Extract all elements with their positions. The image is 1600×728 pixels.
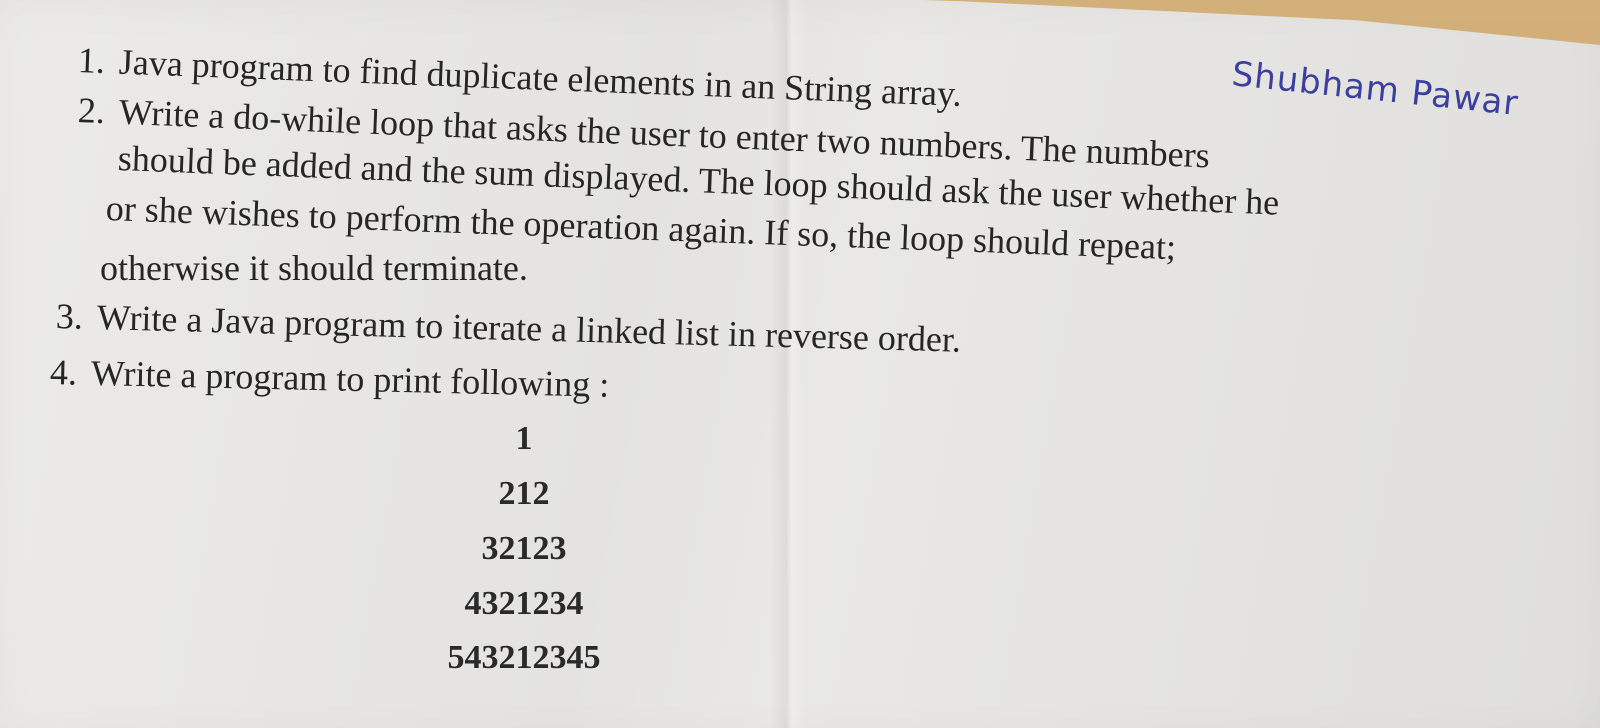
question-4-number: 4. [49, 352, 78, 393]
question-3-line-1: 3. Write a Java program to iterate a link… [55, 296, 961, 360]
question-4-line-1: 4. Write a program to print following : [50, 352, 610, 405]
question-3-number: 3. [55, 296, 84, 337]
question-1-number: 1. [77, 40, 106, 82]
question-2-line-4: otherwise it should terminate. [100, 248, 528, 288]
question-document: 1. Java program to find duplicate element… [0, 0, 1600, 728]
pattern-row-5: 543212345 [447, 639, 601, 676]
question-4-text: Write a program to print following : [90, 352, 610, 405]
photo-background: 1. Java program to find duplicate element… [0, 0, 1600, 728]
handwritten-signature: Shubham Pawar [1229, 54, 1521, 124]
question-2-text-line-4: otherwise it should terminate. [100, 248, 528, 288]
question-2-number: 2. [77, 90, 106, 132]
pattern-row-1: 1 [515, 420, 533, 457]
question-3-text: Write a Java program to iterate a linked… [96, 297, 962, 360]
pattern-row-3: 32123 [481, 530, 567, 567]
pattern-row-2: 212 [498, 475, 550, 512]
pattern-row-4: 4321234 [464, 585, 584, 622]
